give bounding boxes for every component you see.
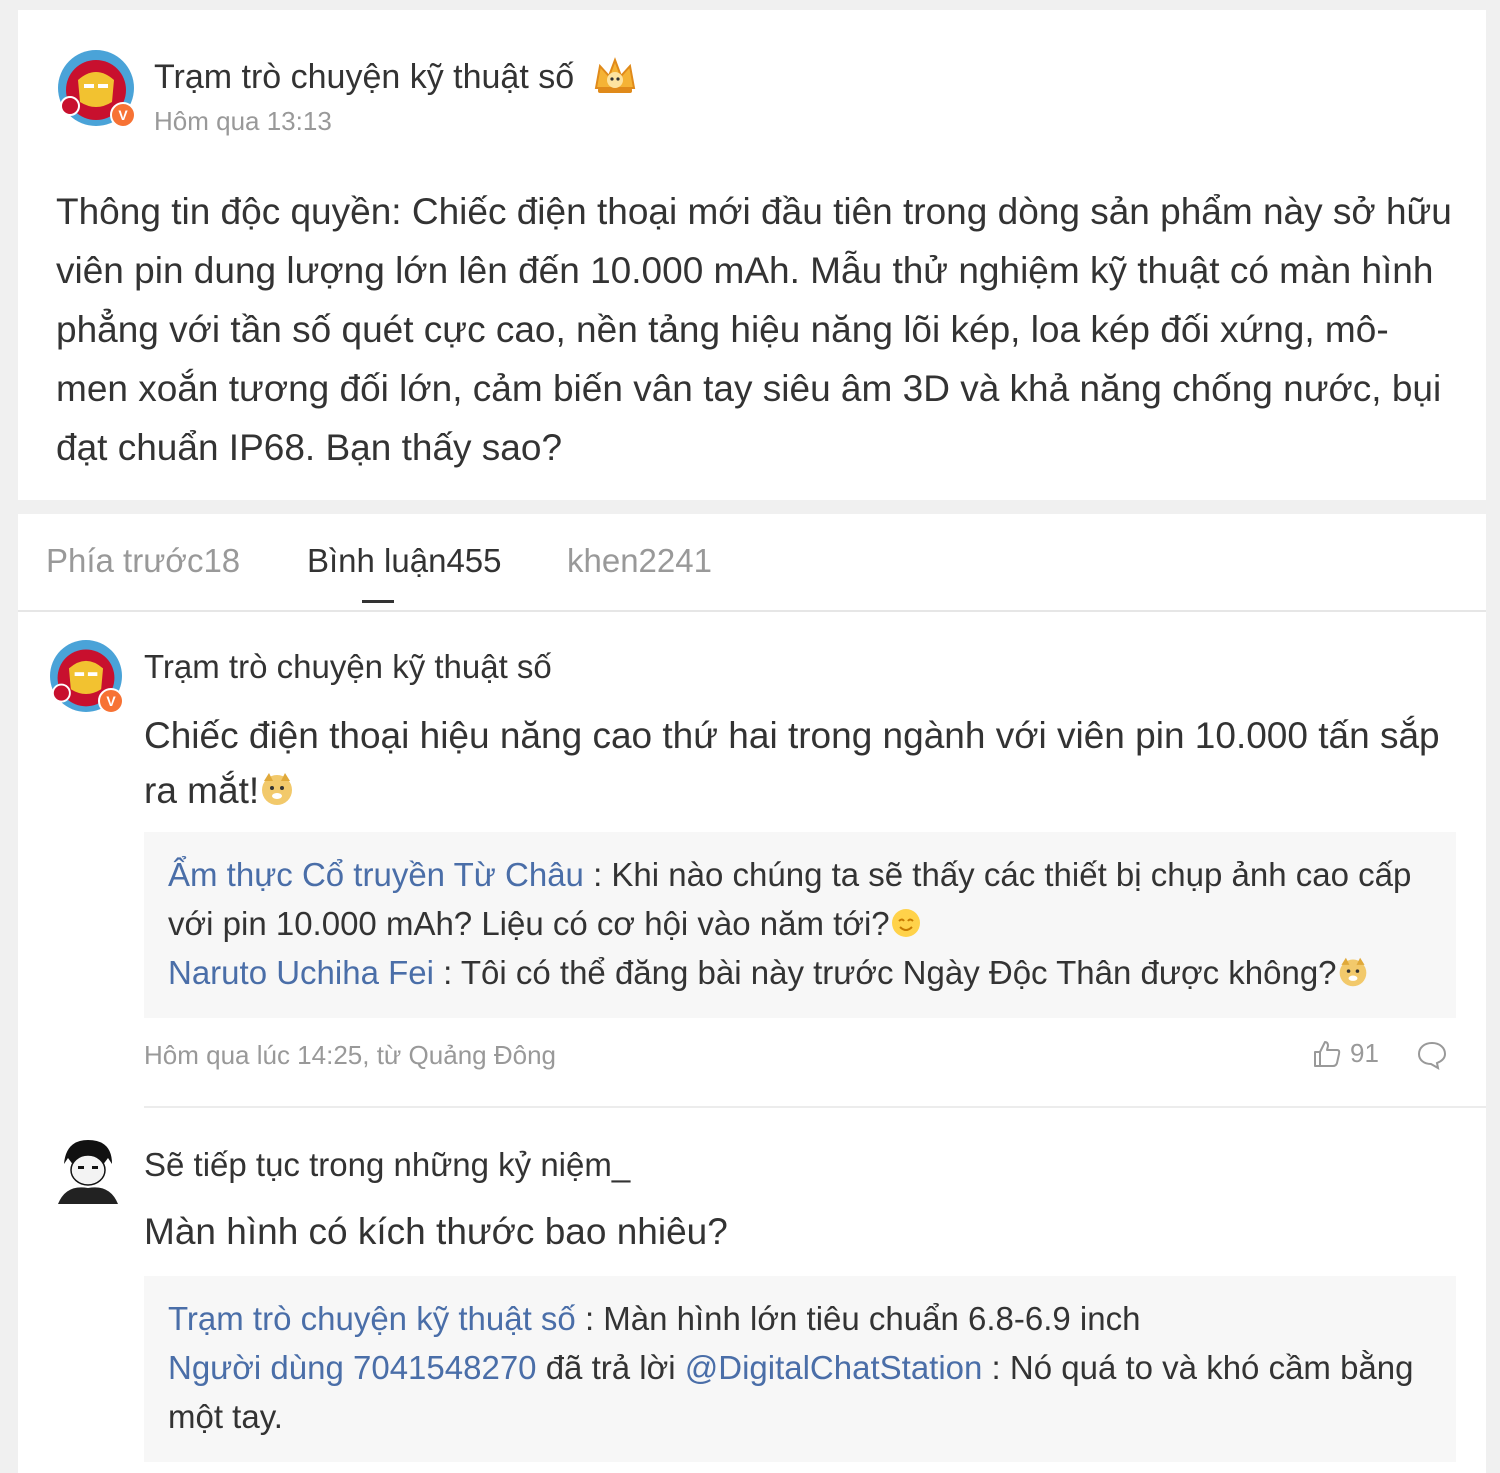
tabs-divider xyxy=(18,610,1486,612)
active-tab-indicator xyxy=(362,600,394,603)
comment-avatar[interactable] xyxy=(52,1134,124,1206)
thumbs-up-icon xyxy=(1314,1040,1341,1067)
reply-author-link[interactable]: Naruto Uchiha Fei xyxy=(168,954,434,991)
post-timestamp: Hôm qua 13:13 xyxy=(154,106,332,136)
reply-item: Trạm trò chuyện kỹ thuật số : Màn hình l… xyxy=(168,1300,1141,1337)
reply-item: Ẩm thực Cổ truyền Từ Châu : Khi nào chún… xyxy=(168,856,1412,942)
reply-author-link[interactable]: Trạm trò chuyện kỹ thuật số xyxy=(168,1300,576,1337)
comment-avatar[interactable]: V xyxy=(50,640,124,714)
comment-author-name[interactable]: Trạm trò chuyện kỹ thuật số xyxy=(144,648,552,686)
reply-box: Trạm trò chuyện kỹ thuật số : Màn hình l… xyxy=(144,1276,1456,1462)
like-count: 91 xyxy=(1350,1038,1379,1068)
comment-bubble-icon[interactable] xyxy=(1416,1040,1448,1070)
verified-badge-icon: V xyxy=(110,102,136,128)
doge-emoji-icon xyxy=(1339,957,1366,987)
post-body-text: Thông tin độc quyền: Chiếc điện thoại mớ… xyxy=(56,191,1452,468)
tab-likes[interactable]: khen2241 xyxy=(567,542,712,580)
verified-badge-icon: V xyxy=(98,688,124,714)
comment-author-name[interactable]: Sẽ tiếp tục trong những kỷ niệm_ xyxy=(144,1146,630,1184)
reply-item: Naruto Uchiha Fei : Tôi có thể đăng bài … xyxy=(168,948,1432,997)
crown-icon xyxy=(594,57,636,93)
comment-divider xyxy=(144,1106,1486,1108)
post-card: V Trạm trò chuyện kỹ thuật số Hôm qua 13… xyxy=(18,10,1486,500)
doge-emoji-icon xyxy=(262,773,293,805)
comment-text: Màn hình có kích thước bao nhiêu? xyxy=(144,1211,728,1252)
post-author-name[interactable]: Trạm trò chuyện kỹ thuật số xyxy=(154,58,574,97)
comments-card: Phía trước18 Bình luận455 khen2241 V Trạ… xyxy=(18,514,1486,1473)
author-avatar[interactable]: V xyxy=(58,50,136,128)
anime-avatar-icon xyxy=(52,1134,124,1206)
reply-box: Ẩm thực Cổ truyền Từ Châu : Khi nào chún… xyxy=(144,832,1456,1018)
mention-link[interactable]: @DigitalChatStation xyxy=(685,1349,983,1386)
reply-author-link[interactable]: Ẩm thực Cổ truyền Từ Châu xyxy=(168,856,584,893)
comment-text: Chiếc điện thoại hiệu năng cao thứ hai t… xyxy=(144,715,1440,811)
comment-meta: Hôm qua lúc 14:25, từ Quảng Đông xyxy=(144,1040,556,1070)
smile-emoji-icon xyxy=(891,909,920,937)
reply-author-link[interactable]: Người dùng 7041548270 xyxy=(168,1349,537,1386)
tab-reposts[interactable]: Phía trước18 xyxy=(46,542,240,580)
tab-comments[interactable]: Bình luận455 xyxy=(307,542,502,580)
like-button[interactable]: 91 xyxy=(1312,1038,1379,1069)
reply-item: Người dùng 7041548270 đã trả lời @Digita… xyxy=(168,1349,1414,1435)
